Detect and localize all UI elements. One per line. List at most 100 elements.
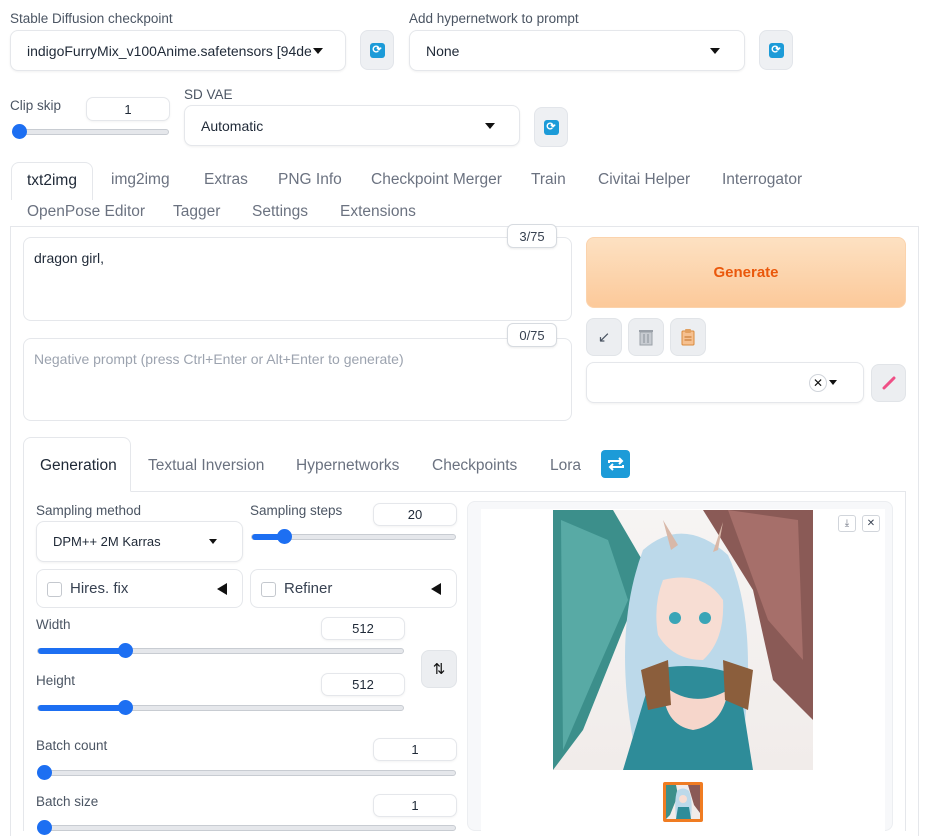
dragon-girl-image: [553, 510, 813, 770]
generate-button[interactable]: Generate: [586, 237, 906, 308]
tab-extras[interactable]: Extras: [204, 171, 248, 189]
refresh-extra-networks-button[interactable]: [601, 450, 630, 478]
prompt-input[interactable]: dragon girl,: [23, 237, 572, 321]
height-slider[interactable]: [37, 700, 404, 715]
hires-fix-label: Hires. fix: [70, 580, 129, 597]
slider-knob[interactable]: [277, 529, 292, 544]
tab-interrogator[interactable]: Interrogator: [722, 171, 802, 189]
vae-label: SD VAE: [184, 87, 233, 102]
hypernetwork-dropdown[interactable]: None: [409, 30, 745, 71]
refresh-icon: [607, 457, 624, 471]
subtab-generation[interactable]: Generation: [40, 457, 117, 475]
height-label: Height: [36, 673, 76, 688]
tab-img2img[interactable]: img2img: [111, 171, 170, 189]
tab-extensions[interactable]: Extensions: [340, 203, 416, 221]
slider-knob[interactable]: [37, 765, 52, 780]
edit-styles-button[interactable]: [871, 364, 906, 402]
refresh-icon: ⟳: [768, 42, 784, 58]
clip-skip-slider[interactable]: [12, 124, 169, 139]
tab-tagger[interactable]: Tagger: [173, 203, 220, 221]
clip-skip-input[interactable]: 1: [86, 97, 170, 121]
slider-knob[interactable]: [12, 124, 27, 139]
tab-settings[interactable]: Settings: [252, 203, 308, 221]
slider-fill: [38, 648, 125, 654]
refresh-hypernetwork-button[interactable]: ⟳: [759, 30, 793, 70]
batch-count-label: Batch count: [36, 738, 108, 753]
refresh-icon: ⟳: [369, 42, 385, 58]
chevron-down-icon: [710, 47, 720, 54]
tab-txt2img[interactable]: txt2img: [11, 162, 93, 200]
generated-image[interactable]: [553, 510, 813, 770]
batch-size-label: Batch size: [36, 794, 99, 809]
negative-prompt-input[interactable]: Negative prompt (press Ctrl+Enter or Alt…: [23, 338, 572, 421]
styles-dropdown[interactable]: ✕: [586, 362, 864, 403]
clipboard-icon: [681, 329, 695, 346]
refresh-icon: ⟳: [543, 119, 559, 135]
hypernetwork-label: Add hypernetwork to prompt: [409, 11, 579, 26]
refiner-checkbox[interactable]: [261, 582, 276, 597]
width-input[interactable]: 512: [321, 617, 405, 640]
chevron-down-icon: [485, 122, 495, 129]
prompt-text: dragon girl,: [34, 250, 105, 266]
height-input[interactable]: 512: [321, 673, 405, 696]
batch-count-slider[interactable]: [37, 765, 456, 780]
width-label: Width: [36, 617, 71, 632]
tab-civitai-helper[interactable]: Civitai Helper: [598, 171, 690, 189]
collapse-arrow-icon[interactable]: [217, 583, 227, 595]
checkpoint-dropdown[interactable]: indigoFurryMix_v100Anime.safetensors [94…: [10, 30, 346, 71]
batch-size-input[interactable]: 1: [373, 794, 457, 817]
subtab-hypernetworks[interactable]: Hypernetworks: [296, 457, 399, 475]
close-icon[interactable]: ✕: [862, 515, 880, 532]
sampling-method-dropdown[interactable]: DPM++ 2M Karras: [36, 521, 243, 562]
hypernetwork-value: None: [426, 42, 460, 59]
paintbrush-icon: [882, 376, 895, 390]
tab-png-info[interactable]: PNG Info: [278, 171, 342, 189]
slider-fill: [38, 705, 125, 711]
tab-train[interactable]: Train: [531, 171, 566, 189]
chevron-down-icon: [209, 538, 217, 544]
prompt-token-counter: 3/75: [507, 224, 557, 248]
negative-token-counter: 0/75: [507, 323, 557, 347]
checkpoint-value: indigoFurryMix_v100Anime.safetensors [94…: [27, 42, 312, 59]
subtab-textual-inversion[interactable]: Textual Inversion: [148, 457, 264, 475]
clear-icon[interactable]: ✕: [809, 374, 827, 392]
subtab-lora[interactable]: Lora: [550, 457, 581, 475]
clear-prompt-button[interactable]: [628, 318, 664, 356]
swap-dimensions-button[interactable]: ⇅: [421, 650, 457, 688]
download-icon[interactable]: ⤓: [838, 515, 856, 532]
arrow-down-left-icon: ↙: [597, 329, 611, 346]
refiner-label: Refiner: [284, 580, 333, 597]
read-params-button[interactable]: ↙: [586, 318, 622, 356]
negative-prompt-placeholder: Negative prompt (press Ctrl+Enter or Alt…: [34, 351, 404, 367]
vae-dropdown[interactable]: Automatic: [184, 105, 520, 146]
checkpoint-label: Stable Diffusion checkpoint: [10, 11, 173, 26]
thumbnail-image: [666, 785, 700, 819]
batch-count-input[interactable]: 1: [373, 738, 457, 761]
slider-knob[interactable]: [118, 643, 133, 658]
collapse-arrow-icon[interactable]: [431, 583, 441, 595]
trash-icon: [639, 330, 653, 346]
slider-knob[interactable]: [118, 700, 133, 715]
hires-fix-accordion[interactable]: Hires. fix: [36, 569, 243, 608]
subtab-checkpoints[interactable]: Checkpoints: [432, 457, 517, 475]
sampling-steps-label: Sampling steps: [250, 503, 343, 518]
sampling-method-label: Sampling method: [36, 503, 142, 518]
batch-size-slider[interactable]: [37, 820, 456, 835]
swap-vertical-icon: ⇅: [432, 661, 446, 678]
width-slider[interactable]: [37, 643, 404, 658]
vae-value: Automatic: [201, 117, 264, 134]
chevron-down-icon: [313, 47, 323, 54]
tab-checkpoint-merger[interactable]: Checkpoint Merger: [371, 171, 502, 189]
chevron-down-icon: [829, 379, 837, 385]
hires-fix-checkbox[interactable]: [47, 582, 62, 597]
sampling-steps-slider[interactable]: [251, 529, 456, 544]
refresh-checkpoint-button[interactable]: ⟳: [360, 30, 394, 70]
sampling-method-value: DPM++ 2M Karras: [53, 534, 161, 549]
paste-style-button[interactable]: [670, 318, 706, 356]
sampling-steps-input[interactable]: 20: [373, 503, 457, 526]
clip-skip-label: Clip skip: [10, 98, 62, 113]
refiner-accordion[interactable]: Refiner: [250, 569, 457, 608]
refresh-vae-button[interactable]: ⟳: [534, 107, 568, 147]
tab-openpose-editor[interactable]: OpenPose Editor: [27, 203, 145, 221]
gallery-thumbnail[interactable]: [663, 782, 703, 822]
